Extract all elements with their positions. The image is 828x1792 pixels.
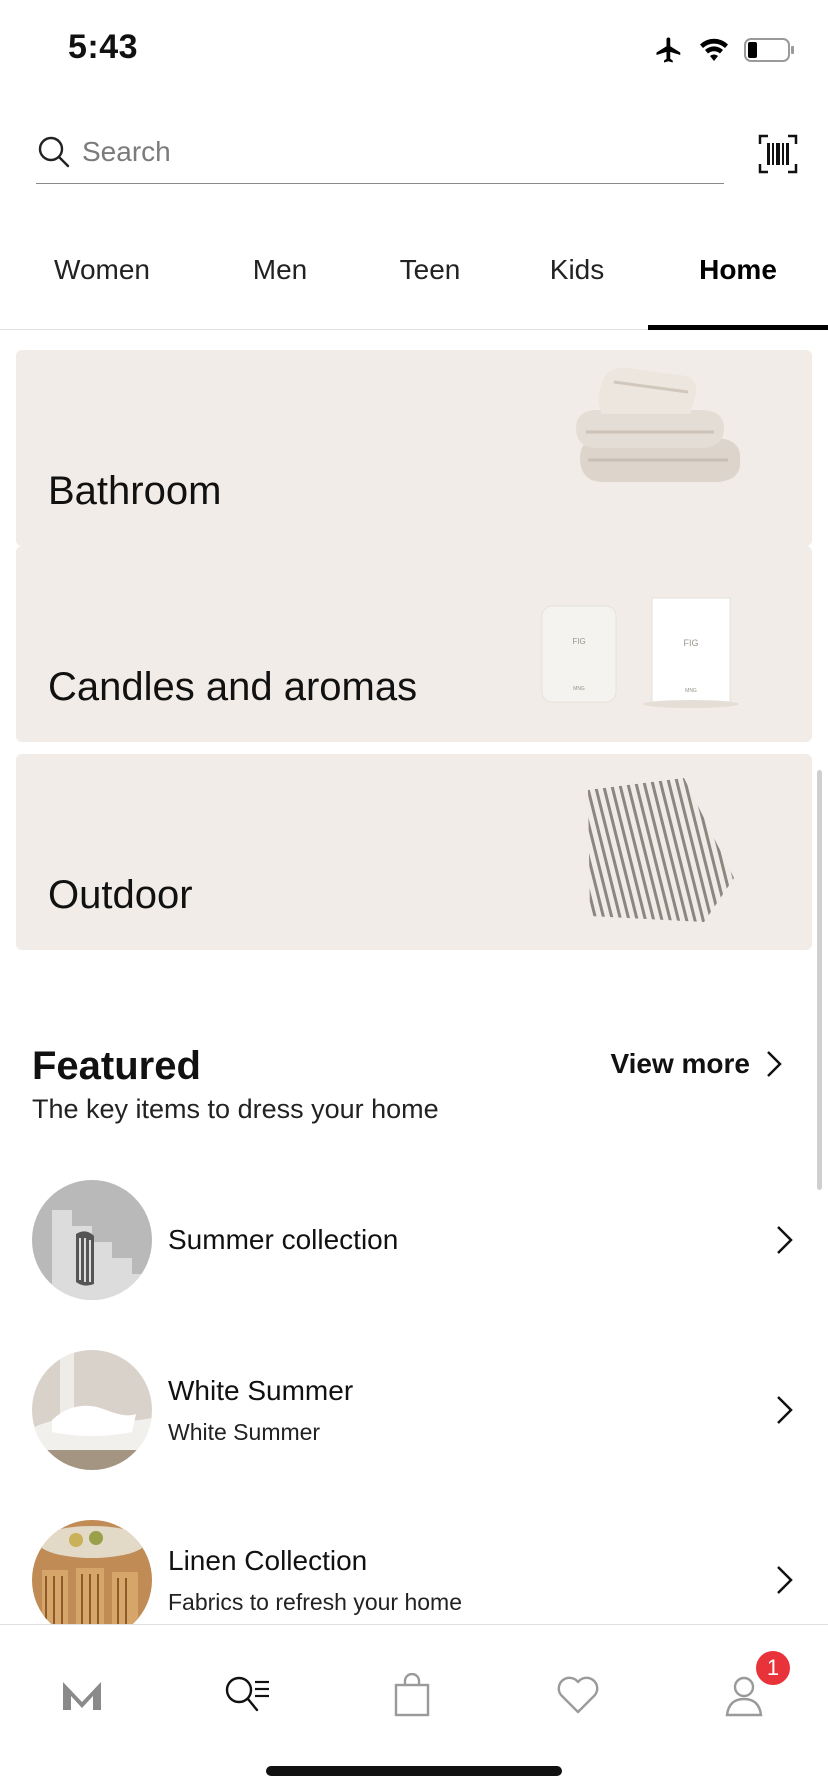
- user-profile-icon: [725, 1676, 763, 1717]
- tab-teen[interactable]: Teen: [370, 236, 490, 330]
- category-label: Outdoor: [48, 873, 193, 917]
- status-icons: [654, 32, 796, 68]
- featured-item-white-summer[interactable]: White Summer White Summer: [32, 1350, 796, 1470]
- featured-item-description: Fabrics to refresh your home: [168, 1588, 463, 1615]
- striped-towel-image: [588, 778, 734, 922]
- featured-item-text: Summer collection: [168, 1224, 772, 1256]
- home-content[interactable]: Bathroom FIG MNG FIG MNG Candles and aro…: [0, 332, 828, 1624]
- battery-icon: [744, 38, 794, 62]
- nav-profile[interactable]: 1: [714, 1651, 790, 1725]
- search-menu-icon: [225, 1676, 269, 1712]
- category-card-candles[interactable]: FIG MNG FIG MNG Candles and aromas: [16, 546, 812, 742]
- chevron-right-icon: [777, 1566, 793, 1594]
- featured-item-text: Linen Collection Fabrics to refresh your…: [168, 1545, 772, 1616]
- barcode-scan-icon[interactable]: [758, 134, 798, 174]
- towels-image: [576, 367, 741, 482]
- shopping-bag-icon: [394, 1673, 430, 1717]
- profile-notification-badge: 1: [756, 1651, 790, 1685]
- svg-text:FIG: FIG: [684, 638, 699, 648]
- category-card-bathroom[interactable]: Bathroom: [16, 350, 812, 546]
- scrollbar[interactable]: [817, 770, 822, 1190]
- brand-logo-icon: [63, 1682, 101, 1710]
- category-label: Candles and aromas: [48, 665, 418, 709]
- search-row: [0, 120, 828, 200]
- nav-bag[interactable]: [382, 1665, 442, 1725]
- tab-women[interactable]: Women: [24, 236, 180, 330]
- nav-favorites[interactable]: [548, 1665, 608, 1725]
- featured-item-title: White Summer: [168, 1374, 354, 1406]
- featured-item-title: Linen Collection: [168, 1544, 368, 1576]
- category-tabs: Women Men Teen Kids Home: [0, 236, 828, 330]
- chevron-right-icon: [777, 1396, 793, 1424]
- featured-title: Featured: [32, 1044, 201, 1088]
- tab-men[interactable]: Men: [220, 236, 340, 330]
- summer-collection-thumbnail: [32, 1180, 152, 1300]
- home-indicator: [266, 1766, 562, 1776]
- tab-home[interactable]: Home: [648, 236, 828, 330]
- chevron-right-icon: [767, 1051, 782, 1077]
- heart-icon: [557, 1676, 599, 1714]
- svg-text:FIG: FIG: [572, 637, 585, 646]
- search-input[interactable]: [82, 135, 682, 168]
- search-field[interactable]: [36, 120, 724, 184]
- candles-image: FIG MNG FIG MNG: [541, 597, 739, 708]
- nav-search[interactable]: [218, 1665, 278, 1725]
- nav-home[interactable]: [52, 1665, 112, 1725]
- status-bar: 5:43: [0, 0, 828, 100]
- linen-collection-thumbnail: [32, 1520, 152, 1624]
- search-icon: [38, 136, 70, 167]
- active-tab-indicator: [648, 325, 828, 330]
- status-time: 5:43: [68, 28, 139, 66]
- category-label: Bathroom: [48, 469, 222, 513]
- white-summer-thumbnail: [32, 1350, 152, 1470]
- featured-item-summer-collection[interactable]: Summer collection: [32, 1180, 796, 1300]
- category-card-outdoor[interactable]: Outdoor: [16, 754, 812, 950]
- tab-kids[interactable]: Kids: [516, 236, 638, 330]
- airplane-mode-icon: [656, 37, 681, 63]
- featured-item-linen-collection[interactable]: Linen Collection Fabrics to refresh your…: [32, 1520, 796, 1624]
- svg-text:MNG: MNG: [685, 688, 697, 694]
- featured-item-title: Summer collection: [168, 1224, 399, 1255]
- chevron-right-icon: [777, 1226, 793, 1254]
- featured-item-description: White Summer: [168, 1418, 321, 1445]
- view-more-link[interactable]: View more: [610, 1048, 782, 1080]
- wifi-icon: [700, 38, 728, 61]
- svg-text:MNG: MNG: [573, 686, 585, 692]
- view-more-label: View more: [610, 1048, 750, 1079]
- featured-subtitle: The key items to dress your home: [32, 1094, 439, 1124]
- featured-item-text: White Summer White Summer: [168, 1375, 772, 1446]
